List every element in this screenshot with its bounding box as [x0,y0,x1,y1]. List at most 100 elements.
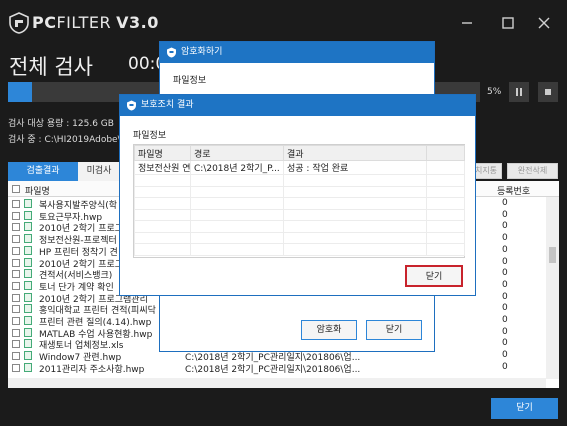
result-table-row [134,197,465,210]
pause-icon[interactable] [509,82,529,102]
permanent-delete-button[interactable]: 완전삭제 [507,163,558,179]
encrypt-button[interactable]: 암호화 [301,320,357,340]
file-icon [24,245,32,255]
row-checkbox[interactable] [12,305,20,314]
row-checkbox[interactable] [12,235,20,244]
row-checkbox[interactable] [12,328,20,337]
result-table-row [134,231,465,244]
file-regno: 0 [502,279,508,290]
shield-icon [167,47,176,58]
result-cell-filename: 정보전산원 연락망.... [134,160,191,175]
file-regno: 0 [502,198,508,208]
result-table-header: 파일명 경로 결과 [134,145,465,161]
scan-title: 전체 검사 [9,55,93,79]
row-checkbox[interactable] [12,281,20,290]
file-regno: 0 [502,326,508,337]
result-cell-result: 성공 : 작업 완료 [283,160,427,175]
vertical-scrollbar[interactable] [546,197,559,379]
result-dialog-titlebar: 보호조치 결과 [120,95,475,116]
file-icon [24,327,32,337]
file-icon [24,362,32,372]
result-cell-empty [426,160,465,175]
file-regno: 0 [502,338,508,349]
maximize-icon[interactable] [497,12,519,34]
encrypt-dialog-title: 암호화하기 [181,47,223,57]
encrypt-dialog-titlebar: 암호화하기 [160,42,434,63]
result-table-row [134,220,465,233]
row-checkbox[interactable] [12,317,20,325]
file-icon [24,316,32,325]
app-brand: PCFILTER V3.0 [32,13,159,32]
result-col-empty [426,145,465,161]
result-table-row [134,243,465,256]
file-icon [24,339,32,349]
app-version: V3.0 [116,13,159,32]
file-regno: 0 [502,315,508,325]
vertical-scroll-thumb[interactable] [549,247,556,263]
file-icon [24,210,32,220]
brand-filter: FILTER [56,13,112,32]
row-checkbox[interactable] [12,258,20,267]
minimize-icon[interactable] [456,12,478,34]
protection-result-dialog: 보호조치 결과 파일정보 파일명 경로 결과 정보전산원 연락망.... C:\… [119,94,476,296]
stop-icon[interactable] [538,82,558,102]
result-table-row [134,208,465,221]
row-checkbox[interactable] [12,200,20,208]
file-regno: 0 [502,303,508,314]
horizontal-scrollbar[interactable] [8,378,546,388]
column-regno: 등록번호 [497,187,531,197]
file-regno: 0 [502,291,508,302]
result-table-row [134,185,465,198]
file-regno: 0 [502,256,508,267]
main-close-button[interactable]: 닫기 [491,398,558,419]
result-col-result: 결과 [283,145,427,161]
scan-current-path: 검사 중 : C:\HI2019Adobe\ [8,135,121,145]
file-icon [24,269,32,279]
table-row[interactable]: 2011관리자 주소사항.hwp C:\2018년 2학기_PC관리일지\2018… [8,361,548,375]
file-regno: 0 [502,209,508,220]
close-icon[interactable] [533,12,555,34]
encrypt-close-button[interactable]: 닫기 [366,320,422,340]
result-cell-path: C:\2018년 2학기_P... [190,160,284,175]
row-checkbox[interactable] [12,223,20,232]
result-table-frame: 파일명 경로 결과 정보전산원 연락망.... C:\2018년 2학기_P..… [133,144,465,258]
select-all-checkbox[interactable] [12,185,20,193]
row-checkbox[interactable] [12,246,20,255]
row-checkbox[interactable] [12,352,20,361]
file-name: 2011관리자 주소사항.hwp [39,364,145,375]
file-path: C:\2018년 2학기_PC관리일지\201806\업... [185,364,361,375]
encrypt-section-label: 파일정보 [173,76,207,86]
scan-progress-fill [8,82,32,102]
column-filename: 파일명 [25,187,50,197]
file-regno: 0 [502,233,508,244]
file-regno: 0 [502,268,508,279]
pcfilter-logo-icon [9,12,29,34]
scan-target-size: 검사 대상 용량 : 125.6 GB [8,119,114,129]
result-dialog-title: 보호조치 결과 [141,100,194,110]
result-section-label: 파일정보 [133,131,167,141]
file-regno: 0 [502,221,508,232]
row-checkbox[interactable] [12,270,20,279]
result-table: 파일명 경로 결과 정보전산원 연락망.... C:\2018년 2학기_P..… [134,145,465,256]
row-checkbox[interactable] [12,363,20,372]
file-icon [24,351,32,361]
result-col-filename: 파일명 [134,145,191,161]
file-icon [24,234,32,244]
row-checkbox[interactable] [12,211,20,220]
result-table-row [134,174,465,187]
result-table-row[interactable]: 정보전산원 연락망.... C:\2018년 2학기_P... 성공 : 작업 … [134,160,465,175]
progress-percent: 5% [487,87,502,97]
file-icon [24,292,32,302]
file-regno: 0 [502,361,508,372]
result-close-button[interactable]: 닫기 [405,265,463,287]
row-checkbox[interactable] [12,293,20,302]
file-icon [24,304,32,314]
file-regno: 0 [502,350,508,361]
row-checkbox[interactable] [12,340,20,349]
tab-unchecked[interactable]: 미검사 [78,162,120,181]
result-col-path: 경로 [190,145,284,161]
file-icon [24,280,32,290]
tab-detection-results[interactable]: 검출결과 [8,162,78,181]
brand-pc: PC [32,13,57,32]
file-icon [24,222,32,232]
